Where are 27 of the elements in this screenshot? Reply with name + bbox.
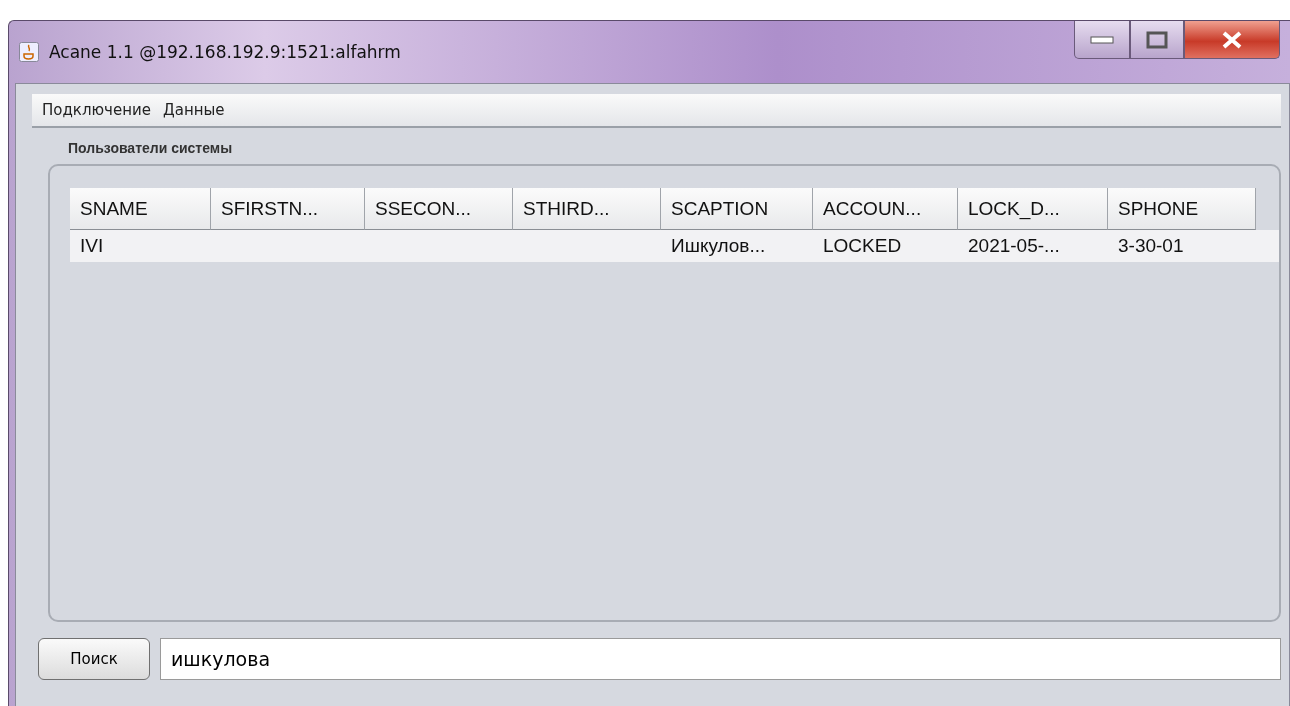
close-button[interactable] <box>1184 21 1280 59</box>
panel-title: Пользователи системы <box>68 140 234 156</box>
table-cell-text: IVI <box>79 234 105 258</box>
search-field[interactable]: ишкулова <box>160 638 1281 680</box>
column-header[interactable]: SNAME <box>70 188 211 230</box>
table-cell-text: 2021-05-... <box>967 234 1061 258</box>
table-cell-text: Ишкулов... <box>670 234 767 258</box>
column-header[interactable]: SCAPTION <box>661 188 813 230</box>
column-header[interactable]: STHIRD... <box>513 188 661 230</box>
table-cell-text: LOCKED <box>822 234 903 258</box>
table-row[interactable]: IVI Ишкулов... LOCKED 2021-05-... 3-30-01 <box>70 230 1279 262</box>
maximize-icon <box>1146 30 1168 49</box>
maximize-button[interactable] <box>1130 21 1184 59</box>
table-cell-text: 3-30-01 <box>1117 234 1185 258</box>
column-header[interactable]: SFIRSTN... <box>211 188 365 230</box>
close-icon <box>1221 30 1243 49</box>
search-button[interactable]: Поиск <box>38 638 150 680</box>
minimize-button[interactable] <box>1074 21 1130 59</box>
menu-item[interactable]: Подключение <box>40 101 153 119</box>
menu-item[interactable]: Данные <box>161 101 227 119</box>
column-header[interactable]: ACCOUN... <box>813 188 958 230</box>
column-header[interactable]: SPHONE <box>1108 188 1256 230</box>
java-cup-icon <box>19 42 39 62</box>
column-header[interactable]: LOCK_D... <box>958 188 1108 230</box>
column-header[interactable]: SSECON... <box>365 188 513 230</box>
minimize-icon <box>1090 35 1114 44</box>
window-title: Acane 1.1 @192.168.192.9:1521:alfahrm <box>49 42 401 62</box>
